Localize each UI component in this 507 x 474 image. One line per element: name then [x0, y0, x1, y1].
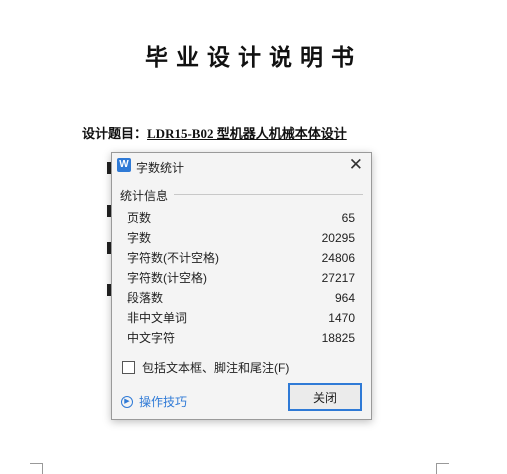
stat-value: 27217: [321, 271, 355, 285]
stat-row-words: 字数 20295: [127, 228, 355, 248]
stat-label: 中文字符: [127, 331, 176, 345]
stat-label: 段落数: [127, 291, 164, 305]
stat-row-pages: 页数 65: [127, 208, 355, 228]
stat-label: 字符数(不计空格): [127, 251, 219, 265]
close-button[interactable]: 关闭: [288, 383, 362, 411]
stat-label: 字符数(计空格): [127, 271, 207, 285]
stat-row-chinese-chars: 中文字符 18825: [127, 328, 355, 348]
stat-value: 65: [341, 211, 355, 225]
stats-list: 页数 65 字数 20295 字符数(不计空格) 24806 字符数(计空格) 2721…: [127, 208, 355, 348]
stat-row-chars-with-spaces: 字符数(计空格) 27217: [127, 268, 355, 288]
stat-row-non-chinese-words: 非中文单词 1470: [127, 308, 355, 328]
group-divider: [174, 194, 363, 195]
play-icon: ▶: [121, 395, 133, 408]
stat-value: 18825: [321, 331, 355, 345]
stat-value: 20295: [321, 231, 355, 245]
stat-row-chars-no-spaces: 字符数(不计空格) 24806: [127, 248, 355, 268]
stat-label: 页数: [127, 211, 152, 225]
design-topic-line: 设计题目：LDR15-B02 型机器人机械本体设计: [82, 123, 347, 142]
design-topic-label: 设计题目：: [82, 126, 148, 141]
dialog-titlebar[interactable]: W 字数统计 ✕: [112, 153, 371, 179]
stat-label: 非中文单词: [127, 311, 188, 325]
stat-row-paragraphs: 段落数 964: [127, 288, 355, 308]
include-textboxes-checkbox[interactable]: [122, 361, 135, 374]
operation-tips-link[interactable]: ▶ 操作技巧: [121, 393, 187, 410]
tips-label[interactable]: 操作技巧: [139, 393, 187, 410]
stats-group-label: 统计信息: [120, 189, 169, 203]
stat-value: 24806: [321, 251, 355, 265]
checkbox-label[interactable]: 包括文本框、脚注和尾注(F): [142, 359, 289, 376]
document-title: 毕业设计说明书: [145, 45, 362, 70]
wps-writer-icon: W: [117, 158, 131, 172]
stat-value: 964: [334, 291, 355, 305]
stat-label: 字数: [127, 231, 152, 245]
design-topic-value: LDR15-B02 型机器人机械本体设计: [147, 126, 347, 141]
dialog-title: 字数统计: [136, 161, 185, 175]
page-corner-mark: [436, 463, 449, 474]
close-icon[interactable]: ✕: [349, 155, 363, 175]
stat-value: 1470: [328, 311, 355, 325]
word-count-dialog: W 字数统计 ✕ 统计信息 页数 65 字数 20295 字符数(不计空格) 2480…: [111, 152, 372, 420]
include-textboxes-footnotes-option[interactable]: 包括文本框、脚注和尾注(F): [122, 359, 289, 376]
page-corner-mark: [30, 463, 43, 474]
